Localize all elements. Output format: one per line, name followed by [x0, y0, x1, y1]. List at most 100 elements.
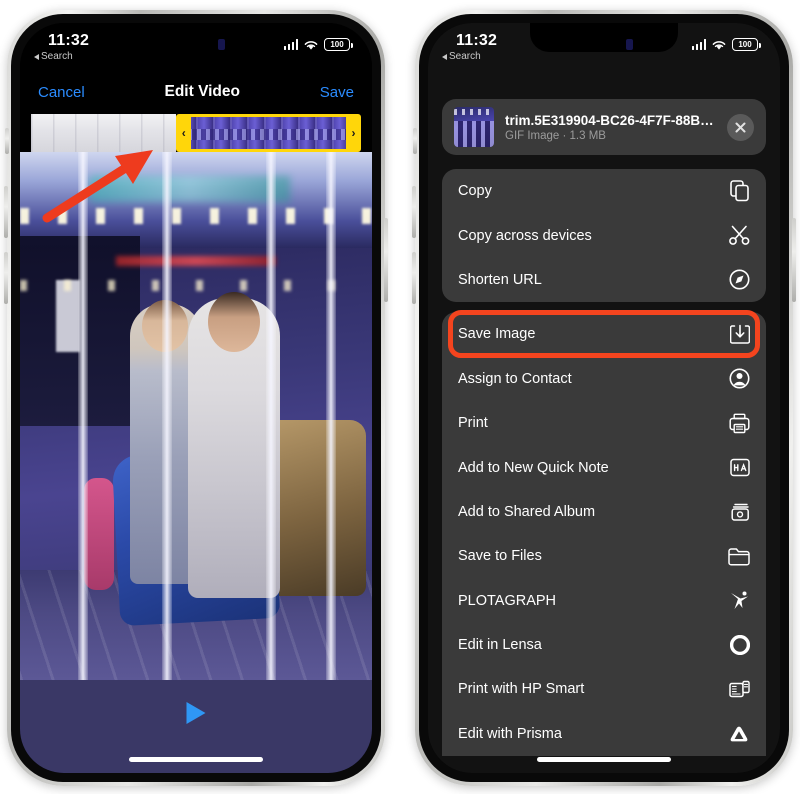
back-to-search[interactable]: Search — [34, 51, 73, 62]
cellular-bars-icon-right — [691, 39, 706, 50]
left-phone-bezel: Cancel Edit Video Save ‹ › 11:32 Search … — [11, 14, 381, 782]
prisma-triangle-icon — [724, 721, 750, 747]
copy-icon — [724, 178, 750, 204]
file-thumbnail — [454, 107, 494, 147]
power-button[interactable] — [384, 218, 388, 302]
back-to-search-right[interactable]: Search — [442, 51, 481, 62]
back-triangle-icon-right — [442, 53, 447, 60]
file-info: trim.5E319904-BC26-4F7F-88B… GIF Image ·… — [505, 113, 716, 142]
menu-item-label: Print — [458, 415, 488, 432]
status-bar: 11:32 Search 100 — [20, 23, 372, 71]
left-phone-screen: Cancel Edit Video Save ‹ › 11:32 Search … — [20, 23, 372, 773]
cancel-button[interactable]: Cancel — [38, 84, 85, 101]
edit-video-screen: Cancel Edit Video Save ‹ › 11:32 Search … — [20, 23, 372, 773]
home-indicator-right[interactable] — [537, 757, 671, 762]
status-bar-right: 11:32 Search 100 — [428, 23, 780, 71]
menu-item-edit-in-lensa[interactable]: Edit in Lensa — [442, 623, 766, 667]
menu-item-copy-across-devices[interactable]: Copy across devices — [442, 213, 766, 257]
status-time: 11:32 — [48, 32, 90, 49]
menu-item-label: Save to Files — [458, 548, 542, 565]
carousel-pole-2 — [162, 152, 172, 680]
action-group-1: Copy Copy across devices Shorten URL — [442, 169, 766, 303]
menu-item-print-with-hp-smart[interactable]: Print with HP Smart — [442, 667, 766, 711]
battery-icon: 100 — [324, 38, 353, 51]
battery-level: 100 — [330, 40, 344, 49]
status-indicators-right: 100 — [691, 38, 761, 51]
cellular-bars-icon — [283, 39, 298, 50]
teal-neon-glow — [90, 176, 290, 202]
menu-item-label: Shorten URL — [458, 271, 542, 288]
volume-up-button-right[interactable] — [412, 186, 416, 238]
home-indicator[interactable] — [129, 757, 263, 762]
menu-item-assign-to-contact[interactable]: Assign to Contact — [442, 357, 766, 401]
wifi-icon-right — [712, 40, 726, 50]
close-icon[interactable] — [727, 113, 754, 141]
volume-down-button[interactable] — [4, 252, 8, 304]
back-label: Search — [41, 51, 73, 62]
printer-icon — [724, 410, 750, 436]
child-pink-leg — [84, 478, 114, 590]
file-meta: GIF Image · 1.3 MB — [505, 129, 606, 142]
back-label-right: Search — [449, 51, 481, 62]
right-phone-screen: trim.5E319904-BC26-4F7F-88B… GIF Image ·… — [428, 23, 780, 773]
recording-indicator — [218, 39, 225, 50]
recording-indicator-right — [626, 39, 633, 50]
action-group-2: Save Image Assign to Contact Print Add t… — [442, 310, 766, 757]
menu-item-edit-with-prisma[interactable]: Edit with Prisma — [442, 712, 766, 756]
scissors-icon — [724, 223, 750, 249]
menu-item-label: Assign to Contact — [458, 370, 572, 387]
save-button[interactable]: Save — [320, 84, 354, 101]
menu-item-label: Print with HP Smart — [458, 681, 585, 698]
adult-head — [208, 292, 260, 352]
right-phone-bezel: trim.5E319904-BC26-4F7F-88B… GIF Image ·… — [419, 14, 789, 782]
menu-item-label: Add to New Quick Note — [458, 459, 609, 476]
trim-handle-right-icon[interactable]: › — [346, 117, 359, 149]
menu-item-label: Edit in Lensa — [458, 637, 542, 654]
right-phone-device: trim.5E319904-BC26-4F7F-88B… GIF Image ·… — [412, 10, 796, 786]
share-sheet-header: trim.5E319904-BC26-4F7F-88B… GIF Image ·… — [442, 99, 766, 155]
menu-item-print[interactable]: Print — [442, 401, 766, 445]
page-title: Edit Video — [164, 83, 240, 100]
play-icon[interactable] — [186, 702, 206, 724]
volume-up-button[interactable] — [4, 186, 8, 238]
menu-item-add-to-shared-album[interactable]: Add to Shared Album — [442, 490, 766, 534]
menu-item-label: Save Image — [458, 326, 536, 343]
menu-item-copy[interactable]: Copy — [442, 169, 766, 213]
share-sheet-screen: trim.5E319904-BC26-4F7F-88B… GIF Image ·… — [428, 23, 780, 773]
volume-down-button-right[interactable] — [412, 252, 416, 304]
menu-item-save-to-files[interactable]: Save to Files — [442, 534, 766, 578]
status-time-right: 11:32 — [456, 32, 498, 49]
video-preview[interactable] — [20, 152, 372, 680]
trim-selected-region[interactable]: ‹ › — [176, 114, 361, 152]
menu-item-label: Copy across devices — [458, 227, 592, 244]
canopy-lights-upper — [20, 208, 372, 224]
share-action-list: Copy Copy across devices Shorten URL Sav… — [442, 169, 766, 773]
wifi-icon — [304, 40, 318, 50]
left-phone-device: Cancel Edit Video Save ‹ › 11:32 Search … — [4, 10, 388, 786]
hp-print-icon — [724, 676, 750, 702]
back-triangle-icon — [34, 53, 39, 60]
shared-album-icon — [724, 499, 750, 525]
group-separator — [442, 302, 766, 313]
silent-switch-right[interactable] — [413, 128, 417, 154]
menu-item-add-to-new-quick-note[interactable]: Add to New Quick Note — [442, 445, 766, 489]
screenshot-stage: Cancel Edit Video Save ‹ › 11:32 Search … — [0, 0, 800, 794]
edit-video-navbar: Cancel Edit Video Save — [20, 71, 372, 113]
power-button-right[interactable] — [792, 218, 796, 302]
video-trim-bar[interactable]: ‹ › — [31, 114, 361, 152]
battery-level-right: 100 — [738, 40, 752, 49]
silent-switch[interactable] — [5, 128, 9, 154]
menu-item-save-image[interactable]: Save Image — [442, 312, 766, 356]
status-indicators: 100 — [283, 38, 353, 51]
menu-item-plotagraph[interactable]: PLOTAGRAPH — [442, 579, 766, 623]
lensa-ring-icon — [724, 632, 750, 658]
plotagraph-icon — [724, 588, 750, 614]
canopy-lights-lower — [20, 280, 372, 291]
quick-note-icon — [724, 455, 750, 481]
file-name: trim.5E319904-BC26-4F7F-88B… — [505, 112, 714, 128]
menu-item-shorten-url[interactable]: Shorten URL — [442, 258, 766, 302]
trim-unselected-region[interactable] — [31, 114, 177, 152]
menu-item-label: PLOTAGRAPH — [458, 592, 557, 609]
trim-handle-left-icon[interactable]: ‹ — [179, 117, 192, 149]
carousel-pole-1 — [78, 152, 88, 680]
